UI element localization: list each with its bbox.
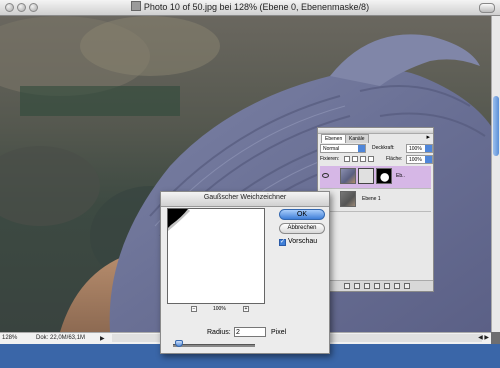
adjustment-layer-icon[interactable]	[374, 283, 380, 289]
palette-footer	[318, 280, 433, 291]
zoom-out-button[interactable]: −	[191, 306, 197, 312]
blend-mode-select[interactable]: Normal	[320, 144, 366, 153]
dialog-titlebar[interactable]: Gaußscher Weichzeichner	[161, 192, 329, 207]
scroll-arrows-icon[interactable]: ◀ ▶	[478, 334, 489, 341]
lock-pixels-icon[interactable]	[352, 156, 358, 162]
new-group-icon[interactable]	[384, 283, 390, 289]
trash-icon[interactable]	[404, 283, 410, 289]
document-title: Photo 10 of 50.jpg bei 128% (Ebene 0, Eb…	[0, 1, 500, 12]
radius-unit: Pixel	[271, 329, 287, 336]
layer-name: Ebene 1	[362, 196, 381, 202]
chevron-down-icon	[425, 145, 432, 152]
layer-row-ebene-1[interactable]: Ebene 1	[320, 189, 431, 212]
toolbar-toggle-button[interactable]	[479, 3, 495, 13]
preview-image	[168, 209, 264, 303]
preview-zoom-controls: − 100% +	[191, 306, 251, 314]
link-layers-icon[interactable]	[344, 283, 350, 289]
tab-ebenen[interactable]: Ebenen	[321, 134, 347, 143]
layer-thumbnail	[340, 191, 356, 207]
document-proxy-icon	[130, 1, 141, 11]
preview-checkbox-label[interactable]: Vorschau	[288, 238, 317, 245]
document-titlebar[interactable]: Photo 10 of 50.jpg bei 128% (Ebene 0, Eb…	[0, 0, 500, 16]
opacity-label: Deckkraft:	[372, 145, 395, 151]
chevron-down-icon	[358, 145, 365, 152]
zoom-level[interactable]: 128%	[2, 335, 17, 341]
blend-row: Normal Deckkraft: 100%	[320, 144, 433, 154]
link-icon[interactable]	[358, 168, 374, 184]
lock-position-icon[interactable]	[360, 156, 366, 162]
tab-kanaele[interactable]: Kanäle	[345, 134, 369, 143]
gaussian-blur-dialog: Gaußscher Weichzeichner − 100% + OK Abbr…	[160, 191, 330, 354]
document-size: Dok: 22,0M/63,1M	[36, 335, 86, 341]
lock-row: Fixieren: Fläche: 100%	[320, 155, 433, 165]
status-menu-arrow-icon[interactable]: ▶	[100, 335, 105, 342]
fill-input[interactable]: 100%	[406, 155, 433, 164]
radius-slider-track[interactable]	[173, 344, 255, 347]
zoom-in-button[interactable]: +	[243, 306, 249, 312]
opacity-input[interactable]: 100%	[406, 144, 433, 153]
radius-input[interactable]	[234, 327, 266, 337]
lock-transparency-icon[interactable]	[344, 156, 350, 162]
vertical-scrollbar[interactable]	[491, 16, 500, 332]
cancel-button[interactable]: Abbrechen	[279, 223, 325, 234]
fill-label: Fläche:	[386, 156, 403, 162]
dialog-title: Gaußscher Weichzeichner	[203, 194, 287, 201]
preview-zoom-percent: 100%	[213, 306, 226, 312]
lock-label: Fixieren:	[320, 156, 340, 162]
blur-preview[interactable]	[167, 208, 265, 304]
layers-palette: Ebenen Kanäle ▸ Normal Deckkraft: 100% F…	[317, 127, 434, 292]
new-layer-icon[interactable]	[394, 283, 400, 289]
chevron-down-icon	[425, 156, 432, 163]
layer-row-ebene-0[interactable]: Eb..	[320, 166, 431, 189]
layer-thumbnail	[340, 168, 356, 184]
lock-all-icon[interactable]	[368, 156, 374, 162]
layer-name: Eb..	[396, 173, 405, 179]
layer-mask-thumbnail[interactable]	[376, 168, 392, 184]
preview-checkbox[interactable]: ✓	[279, 239, 286, 246]
radius-label: Radius:	[207, 329, 231, 336]
add-mask-icon[interactable]	[364, 283, 370, 289]
ok-button[interactable]: OK	[279, 209, 325, 220]
vertical-scroll-thumb[interactable]	[493, 96, 499, 156]
palette-menu-icon[interactable]: ▸	[426, 133, 430, 141]
layer-style-icon[interactable]	[354, 283, 360, 289]
eye-icon[interactable]	[322, 173, 329, 178]
